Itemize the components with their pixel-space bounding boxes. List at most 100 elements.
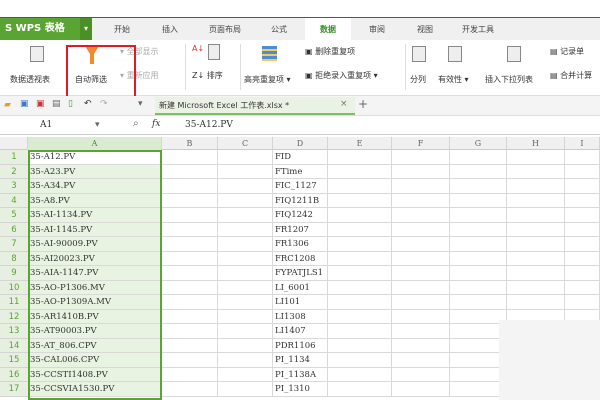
row-header[interactable]: 9 <box>0 266 28 281</box>
wps-logo-menu[interactable]: S WPS 表格 ▾ <box>0 18 92 40</box>
cell-i[interactable] <box>565 164 600 179</box>
cell-d[interactable]: PI_1134 <box>273 353 328 368</box>
cell-g[interactable] <box>450 266 507 281</box>
cell-g[interactable] <box>450 164 507 179</box>
cell-f[interactable] <box>392 193 450 208</box>
cell-d[interactable]: LI1308 <box>273 309 328 324</box>
cell-g[interactable] <box>450 179 507 194</box>
cell-a[interactable]: 35-AI-90009.PV <box>28 237 162 252</box>
row-header[interactable]: 17 <box>0 382 28 397</box>
cell-c[interactable] <box>218 237 273 252</box>
cell-e[interactable] <box>328 193 392 208</box>
cell-b[interactable] <box>162 164 218 179</box>
cell-f[interactable] <box>392 251 450 266</box>
cell-a[interactable]: 35-AIA-1147.PV <box>28 266 162 281</box>
cell-b[interactable] <box>162 295 218 310</box>
cell-b[interactable] <box>162 179 218 194</box>
cell-b[interactable] <box>162 222 218 237</box>
cell-f[interactable] <box>392 353 450 368</box>
cell-e[interactable] <box>328 382 392 397</box>
cell-f[interactable] <box>392 324 450 339</box>
redo-icon[interactable]: ↷ <box>100 99 108 109</box>
cell-f[interactable] <box>392 295 450 310</box>
cell-d[interactable]: FR1306 <box>273 237 328 252</box>
column-header-c[interactable]: C <box>218 137 273 150</box>
cell-i[interactable] <box>565 179 600 194</box>
cell-g[interactable] <box>450 150 507 165</box>
select-all-corner[interactable] <box>0 137 28 150</box>
cell-c[interactable] <box>218 382 273 397</box>
undo-icon[interactable]: ↶ <box>84 99 92 109</box>
cell-e[interactable] <box>328 367 392 382</box>
row-header[interactable]: 1 <box>0 150 28 165</box>
formula-input[interactable]: 35-A12.PV <box>185 120 233 130</box>
cell-b[interactable] <box>162 208 218 223</box>
cell-i[interactable] <box>565 222 600 237</box>
sort-button[interactable]: Z↓ 排序 <box>192 70 223 81</box>
print-icon[interactable]: ▤ <box>52 99 61 109</box>
cell-i[interactable] <box>565 193 600 208</box>
tab-formula[interactable]: 公式 <box>262 18 296 41</box>
cell-i[interactable] <box>565 295 600 310</box>
cell-b[interactable] <box>162 338 218 353</box>
cell-h[interactable] <box>507 222 565 237</box>
cell-g[interactable] <box>450 208 507 223</box>
cell-g[interactable] <box>450 280 507 295</box>
cell-f[interactable] <box>392 164 450 179</box>
cell-h[interactable] <box>507 237 565 252</box>
cell-f[interactable] <box>392 222 450 237</box>
fx-icon[interactable]: fx <box>152 119 160 129</box>
cell-a[interactable]: 35-A8.PV <box>28 193 162 208</box>
cell-f[interactable] <box>392 150 450 165</box>
tab-view[interactable]: 视图 <box>408 18 442 41</box>
cell-c[interactable] <box>218 193 273 208</box>
cell-h[interactable] <box>507 150 565 165</box>
cell-c[interactable] <box>218 222 273 237</box>
open-icon[interactable]: ▰ <box>4 100 11 110</box>
zoom-search-icon[interactable]: ⌕ <box>133 118 139 129</box>
cell-d[interactable]: FRC1208 <box>273 251 328 266</box>
cell-h[interactable] <box>507 164 565 179</box>
cell-i[interactable] <box>565 251 600 266</box>
cell-d[interactable]: PDR1106 <box>273 338 328 353</box>
cell-e[interactable] <box>328 164 392 179</box>
column-header-h[interactable]: H <box>507 137 565 150</box>
cell-b[interactable] <box>162 237 218 252</box>
cell-f[interactable] <box>392 367 450 382</box>
cell-i[interactable] <box>565 266 600 281</box>
cell-a[interactable]: 35-A34.PV <box>28 179 162 194</box>
cell-d[interactable]: LI1407 <box>273 324 328 339</box>
column-header-b[interactable]: B <box>162 137 218 150</box>
row-header[interactable]: 11 <box>0 295 28 310</box>
cell-d[interactable]: LI101 <box>273 295 328 310</box>
cell-h[interactable] <box>507 193 565 208</box>
new-tab-icon[interactable]: + <box>358 97 368 111</box>
cell-e[interactable] <box>328 338 392 353</box>
cell-c[interactable] <box>218 309 273 324</box>
cell-f[interactable] <box>392 179 450 194</box>
chevron-down-icon[interactable]: ▾ <box>138 99 143 109</box>
cell-a[interactable]: 35-AT_806.CPV <box>28 338 162 353</box>
cell-b[interactable] <box>162 193 218 208</box>
cell-h[interactable] <box>507 295 565 310</box>
tab-data[interactable]: 数据 <box>305 18 351 41</box>
cell-b[interactable] <box>162 367 218 382</box>
cell-h[interactable] <box>507 208 565 223</box>
cell-d[interactable]: FIQ1211B <box>273 193 328 208</box>
cell-f[interactable] <box>392 280 450 295</box>
cell-d[interactable]: FIQ1242 <box>273 208 328 223</box>
document-tab[interactable]: 新建 Microsoft Excel 工作表.xlsx * <box>155 97 355 115</box>
print-preview-icon[interactable]: ▯ <box>68 99 73 109</box>
column-header-i[interactable]: I <box>565 137 600 150</box>
cell-c[interactable] <box>218 353 273 368</box>
cell-d[interactable]: PI_1310 <box>273 382 328 397</box>
cell-e[interactable] <box>328 150 392 165</box>
row-header[interactable]: 4 <box>0 193 28 208</box>
cell-e[interactable] <box>328 295 392 310</box>
cell-e[interactable] <box>328 324 392 339</box>
cell-a[interactable]: 35-A12.PV <box>28 150 162 165</box>
sort-desc-icon[interactable] <box>208 44 220 60</box>
cell-c[interactable] <box>218 164 273 179</box>
reject-duplicates-button[interactable]: ▣ 拒绝录入重复项 ▾ <box>305 70 378 81</box>
cell-e[interactable] <box>328 208 392 223</box>
